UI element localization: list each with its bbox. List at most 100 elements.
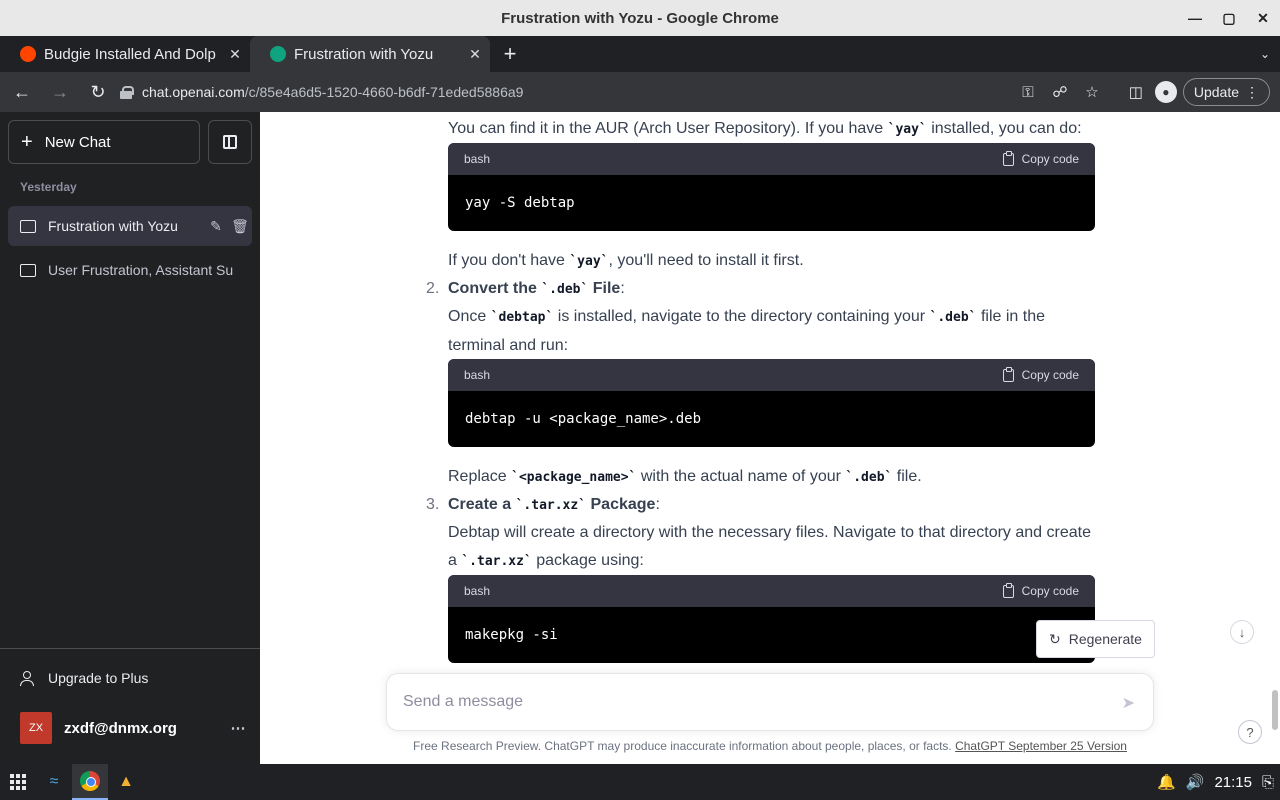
code-block: bash Copy code debtap -u <package_name>.… [448,359,1095,447]
message-input[interactable]: Send a message ➤ [386,673,1154,731]
window-controls: — ▢ ✕ [1178,0,1280,36]
close-tab-icon[interactable]: ✕ [220,46,250,63]
send-icon[interactable]: ➤ [1122,693,1135,713]
address-bar[interactable]: chat.openai.com/c/85e4a6d5-1520-4660-b6d… [110,76,1118,108]
step-heading: Create a `.tar.xz` Package: [448,491,1098,520]
chrome-icon[interactable] [72,764,108,800]
text: Once [448,308,491,325]
plus-icon: + [21,130,33,153]
dolphin-icon[interactable]: ≈ [36,764,72,800]
text: Create a [448,496,516,513]
scrollbar[interactable] [1272,690,1278,730]
close-window-icon[interactable]: ✕ [1246,10,1280,27]
text: Convert the [448,280,542,297]
conversation-item[interactable]: User Frustration, Assistant Su [8,250,252,290]
clipboard-icon [1002,366,1014,382]
code-block-header: bash Copy code [448,575,1095,607]
code-block: bash Copy code yay -S debtap [448,143,1095,231]
user-icon [20,671,34,686]
paragraph: You can find it in the AUR (Arch User Re… [448,115,1098,144]
notification-bell-icon[interactable]: 🔔 [1157,773,1176,791]
forward-icon[interactable]: → [44,82,76,103]
inline-code: `.tar.xz` [461,554,532,569]
paragraph: If you don't have `yay`, you'll need to … [448,247,1098,276]
tab-reddit[interactable]: Budgie Installed And Dolp ✕ [0,36,250,72]
more-icon[interactable]: ⋯ [224,719,252,737]
help-icon[interactable]: ? [1238,720,1262,744]
more-vert-icon: ⋮ [1245,83,1259,100]
conversation-item-selected[interactable]: Frustration with Yozu ✎ 🗑 [8,206,252,246]
footer-disclaimer: Free Research Preview. ChatGPT may produ… [260,739,1280,753]
text: with the actual name of your [636,468,846,485]
version-link[interactable]: ChatGPT September 25 Version [955,739,1127,753]
code-text: makepkg -si [465,627,558,643]
copy-code-button[interactable]: Copy code [1002,577,1079,605]
avatar: ZX [20,712,52,744]
copy-label: Copy code [1021,584,1079,598]
sidebar: + New Chat Yesterday Frustration with Yo… [0,112,260,764]
star-icon[interactable]: ☆ [1076,83,1108,101]
paragraph: Replace `<package_name>` with the actual… [448,463,1098,492]
window-titlebar: Frustration with Yozu - Google Chrome — … [0,0,1280,36]
upgrade-button[interactable]: Upgrade to Plus [8,658,252,698]
trash-icon[interactable]: 🗑 [228,218,252,235]
user-menu[interactable]: ZX zxdf@dnmx.org ⋯ [8,708,252,748]
update-label: Update [1193,84,1239,100]
minimize-icon[interactable]: — [1178,10,1212,26]
system-tray: 🔔 🔊 21:15 ⎘ [1157,764,1280,800]
openai-icon [270,46,286,62]
maximize-icon[interactable]: ▢ [1212,10,1246,27]
regenerate-button[interactable]: ↻ Regenerate [1036,620,1155,658]
tab-title: Budgie Installed And Dolp [44,45,216,63]
toggle-sidebar-button[interactable] [208,120,252,164]
share-icon[interactable]: ☍ [1044,83,1076,101]
new-chat-button[interactable]: + New Chat [8,120,200,164]
inline-code: `.deb` [845,470,893,485]
tab-strip: Budgie Installed And Dolp ✕ Frustration … [0,36,1280,72]
text: : [620,280,625,297]
text-editor-icon[interactable]: ▲ [108,764,144,800]
close-tab-icon[interactable]: ✕ [460,46,490,63]
text: You can find it in the AUR (Arch User Re… [448,120,888,137]
message-placeholder: Send a message [403,693,524,710]
side-panel-icon[interactable]: ◫ [1123,83,1149,101]
conversation-title: Frustration with Yozu [48,218,178,234]
update-button[interactable]: Update ⋮ [1182,78,1270,106]
profile-icon[interactable]: ● [1154,81,1177,103]
copy-code-button[interactable]: Copy code [1002,145,1079,173]
clock[interactable]: 21:15 [1214,774,1252,791]
inline-code: `.deb` [929,310,977,325]
key-icon[interactable]: ⚿ [1012,84,1044,101]
tab-search-chevron-icon[interactable]: ⌄ [1260,36,1270,72]
code-language: bash [464,368,491,382]
text: file. [892,468,922,485]
user-email: zxdf@dnmx.org [64,719,177,737]
divider [0,648,260,649]
text: , you'll need to install it first. [608,252,804,269]
lock-icon [120,86,134,99]
inline-code: `debtap` [490,310,554,325]
paragraph: Once `debtap` is installed, navigate to … [448,303,1098,360]
tab-chatgpt[interactable]: Frustration with Yozu ✕ [250,36,490,72]
scroll-down-icon[interactable]: ↓ [1230,620,1254,644]
app-launcher-icon[interactable] [0,764,36,800]
omnibox-icons: ⚿ ☍ ☆ [1012,72,1108,112]
browser-right-tools: ◫ ● Update ⋮ [1123,72,1270,112]
logout-icon[interactable]: ⎘ [1262,774,1274,791]
back-icon[interactable]: ← [6,82,38,103]
code-language: bash [464,152,491,166]
text: Replace [448,468,512,485]
tab-title: Frustration with Yozu [294,45,434,63]
code-block-header: bash Copy code [448,143,1095,175]
edit-icon[interactable]: ✎ [204,218,228,235]
copy-code-button[interactable]: Copy code [1002,361,1079,389]
code-block: bash Copy code makepkg -si [448,575,1095,663]
new-tab-icon[interactable]: + [496,36,524,72]
taskbar: ≈ ▲ 🔔 🔊 21:15 ⎘ [0,764,1280,800]
chat-main: You can find it in the AUR (Arch User Re… [260,112,1280,764]
inline-code: `yay` [887,122,927,137]
volume-icon[interactable]: 🔊 [1186,773,1205,791]
window-title: Frustration with Yozu - Google Chrome [501,9,779,27]
regenerate-label: Regenerate [1068,631,1142,647]
new-chat-label: New Chat [44,133,111,151]
